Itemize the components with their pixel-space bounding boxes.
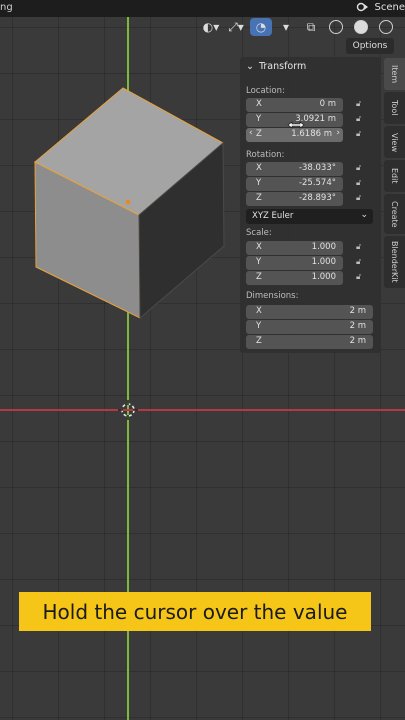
mouse-cursor-icon — [287, 121, 305, 129]
location-label: Location: — [246, 86, 285, 96]
gizmo-toggle-icon[interactable]: ⤢▾ — [225, 18, 247, 36]
lock-icon[interactable]: 🔓︎ — [356, 178, 367, 189]
lock-icon[interactable]: 🔓︎ — [356, 272, 367, 283]
lock-icon[interactable]: 🔓︎ — [356, 129, 367, 140]
location-z-field[interactable]: ‹ Z 1.6186 m › — [246, 128, 343, 142]
tab-blenderkit[interactable]: BlenderKit — [384, 236, 405, 288]
chevron-down-icon: ⌄ — [360, 210, 368, 220]
rotation-label: Rotation: — [246, 150, 285, 160]
scale-x-field[interactable]: X 1.000 — [246, 241, 343, 255]
dimensions-z-field[interactable]: Z2 m — [246, 335, 373, 349]
transform-panel-header[interactable]: ⌄ Transform — [246, 61, 306, 72]
lock-icon[interactable]: 🔓︎ — [356, 163, 367, 174]
lock-icon[interactable]: 🔓︎ — [356, 257, 367, 268]
overlays-icon[interactable]: ◔ — [250, 18, 272, 36]
3d-cursor-icon[interactable] — [118, 400, 138, 420]
lock-icon[interactable]: 🔓︎ — [356, 193, 367, 204]
increment-arrow-icon: › — [336, 128, 340, 138]
decrement-arrow-icon: ‹ — [249, 128, 253, 138]
tab-tool[interactable]: Tool — [384, 92, 405, 124]
dimensions-x-field[interactable]: X2 m — [246, 305, 373, 319]
lock-icon[interactable]: 🔓︎ — [356, 242, 367, 253]
rotation-y-field[interactable]: Y -25.574° — [246, 177, 343, 191]
dimensions-label: Dimensions: — [246, 291, 299, 301]
xray-toggle-icon[interactable]: ⧉ — [300, 18, 322, 36]
options-button[interactable]: Options — [346, 38, 394, 54]
tab-view[interactable]: View — [384, 126, 405, 158]
rotation-x-field[interactable]: X -38.033° — [246, 162, 343, 176]
shading-solid-icon[interactable] — [350, 18, 372, 36]
panel-title: Transform — [258, 61, 307, 72]
view-object-types-icon[interactable]: ◐▾ — [200, 18, 222, 36]
location-x-field[interactable]: X0 m — [246, 98, 343, 112]
viewport-header-tools: ◐▾ ⤢▾ ◔ ▾ ⧉ — [200, 17, 397, 37]
sidebar-n-panel: ⌄ Transform Location: X0 m 🔓︎ Y 3.0921 m … — [240, 57, 381, 353]
object-origin-dot — [125, 199, 131, 205]
lock-icon[interactable]: 🔓︎ — [356, 99, 367, 110]
overlays-dropdown-icon[interactable]: ▾ — [275, 18, 297, 36]
scale-label: Scale: — [246, 228, 272, 238]
scale-y-field[interactable]: Y 1.000 — [246, 256, 343, 270]
rotation-z-field[interactable]: Z -28.893° — [246, 192, 343, 206]
tab-edit[interactable]: Edit — [384, 160, 405, 192]
tab-item[interactable]: Item — [384, 58, 405, 90]
tab-create[interactable]: Create — [384, 194, 405, 234]
lock-icon[interactable]: 🔓︎ — [356, 114, 367, 125]
scale-z-field[interactable]: Z 1.000 — [246, 271, 343, 285]
chevron-down-icon: ⌄ — [246, 61, 254, 72]
caption-banner: Hold the cursor over the value — [19, 592, 371, 631]
shading-material-icon[interactable] — [375, 18, 397, 36]
shading-wireframe-icon[interactable] — [325, 18, 347, 36]
dimensions-y-field[interactable]: Y2 m — [246, 320, 373, 334]
sidebar-tabs: Item Tool View Edit Create BlenderKit — [384, 58, 405, 288]
rotation-mode-dropdown[interactable]: XYZ Euler ⌄ — [246, 209, 373, 224]
